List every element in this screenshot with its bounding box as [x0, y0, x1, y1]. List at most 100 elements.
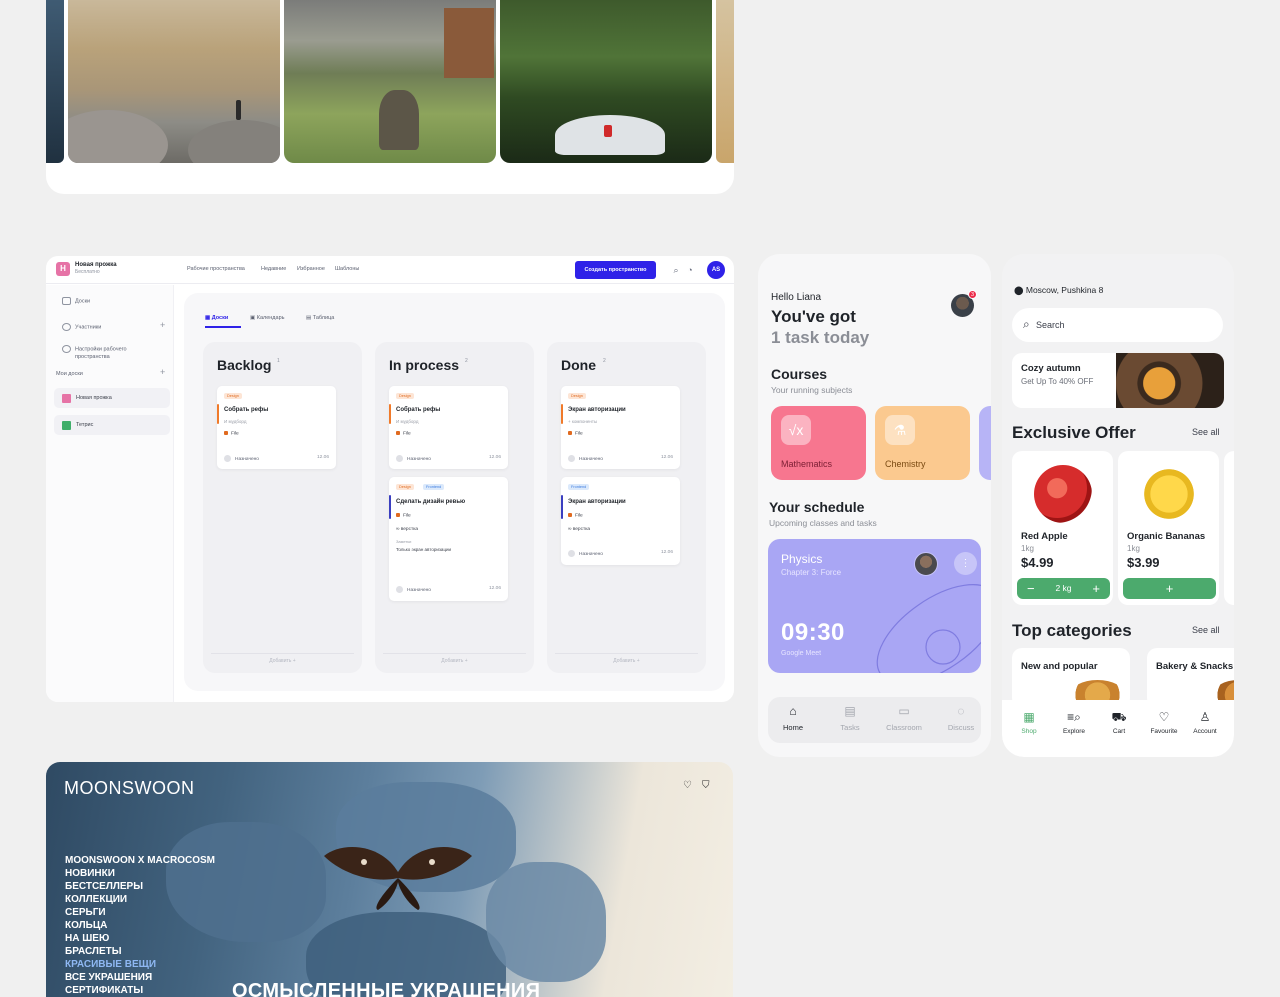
- sidebar-board-item[interactable]: Тетрис: [54, 415, 170, 435]
- product-card[interactable]: Organic Bananas 1kg $3.99 +: [1118, 451, 1219, 605]
- nav-cart[interactable]: ⛟ Cart: [1097, 710, 1141, 735]
- bell-icon[interactable]: ◔: [685, 265, 695, 275]
- add-label: Добавить: [613, 658, 636, 664]
- nav-explore[interactable]: ≡⌕ Explore: [1052, 710, 1096, 735]
- sidebar-item-settings[interactable]: Настройки рабочего: [62, 345, 127, 353]
- menu-item[interactable]: КОЛЛЕКЦИИ: [65, 893, 215, 906]
- tab-calendar[interactable]: ▣ Календарь: [250, 315, 285, 321]
- card-link[interactable]: ∞ верстка: [396, 527, 418, 532]
- card-file[interactable]: File: [568, 431, 583, 436]
- menu-item[interactable]: СЕРТИФИКАТЫ: [65, 984, 215, 997]
- nav-favorites[interactable]: Избранное: [297, 266, 325, 272]
- add-card-button[interactable]: Добавить +: [383, 653, 526, 664]
- search-icon[interactable]: ⌕: [671, 265, 681, 275]
- nav-tasks[interactable]: ▤ Tasks: [827, 704, 873, 732]
- card-file[interactable]: File: [396, 431, 411, 436]
- product-card-partial[interactable]: [1224, 451, 1234, 605]
- chat-icon: ◌: [957, 704, 965, 718]
- nav-templates[interactable]: Шаблоны: [335, 266, 359, 272]
- menu-item[interactable]: КОЛЬЦА: [65, 919, 215, 932]
- card-file[interactable]: File: [568, 513, 583, 518]
- menu-item[interactable]: ВСЕ УКРАШЕНИЯ: [65, 971, 215, 984]
- minus-icon[interactable]: −: [1027, 578, 1035, 599]
- tab-table[interactable]: ▤ Таблица: [306, 315, 334, 321]
- flask-icon: ⚗: [885, 415, 915, 445]
- workspace-logo[interactable]: H: [56, 262, 70, 276]
- sidebar-item-boards[interactable]: Доски: [62, 297, 90, 305]
- nav-shop[interactable]: ▦ Shop: [1007, 710, 1051, 735]
- nav-account[interactable]: ♙ Account: [1183, 710, 1227, 735]
- tag-badge: Design: [568, 393, 586, 399]
- task-card[interactable]: Design Собрать рефы И мудборд File Назна…: [389, 386, 508, 469]
- product-card[interactable]: Red Apple 1kg $4.99 − 2 kg +: [1012, 451, 1113, 605]
- menu-item[interactable]: БЕСТСЕЛЛЕРЫ: [65, 880, 215, 893]
- add-card-button[interactable]: Добавить +: [211, 653, 354, 664]
- menu-item-active[interactable]: КРАСИВЫЕ ВЕЩИ: [65, 958, 215, 971]
- tab-boards[interactable]: ▦ Доски: [205, 315, 228, 321]
- offer-title: Exclusive Offer: [1012, 423, 1136, 442]
- sidebar-item-members[interactable]: Участники: [62, 323, 101, 331]
- sidebar-board-item[interactable]: Новая прожка: [54, 388, 170, 408]
- nav-classroom[interactable]: ▭ Classroom: [881, 704, 927, 732]
- explore-icon: ≡⌕: [1067, 710, 1081, 724]
- task-card[interactable]: Design Frontend Сделать дизайн ревью Fil…: [389, 477, 508, 601]
- workspace-name[interactable]: Новая прожка: [75, 262, 117, 268]
- my-boards-label: Мои доски: [56, 371, 83, 377]
- tab-label: Доски: [211, 315, 229, 321]
- gallery-photo-beach[interactable]: [68, 0, 280, 163]
- brand-logo[interactable]: MOONSWOON: [64, 778, 195, 799]
- category-card[interactable]: Bakery & Snacks: [1147, 648, 1234, 708]
- menu-item[interactable]: БРАСЛЕТЫ: [65, 945, 215, 958]
- more-options-icon[interactable]: ⋮: [954, 552, 977, 575]
- bag-icon[interactable]: ⛉: [702, 780, 710, 791]
- gallery-photo[interactable]: [716, 0, 734, 163]
- course-card-mathematics[interactable]: √x Mathematics: [771, 406, 866, 480]
- promo-subtitle: Get Up To 40% OFF: [1021, 377, 1094, 386]
- location[interactable]: ⬤ Moscow, Pushkina 8: [1014, 285, 1103, 296]
- nav-recent[interactable]: Недавние: [261, 266, 286, 272]
- menu-item[interactable]: MOONSWOON X MACROCOSM: [65, 854, 215, 867]
- task-card[interactable]: Design Экран авторизации + компоненты Fi…: [561, 386, 680, 469]
- user-avatar[interactable]: AS: [707, 261, 725, 279]
- gallery-photo-cave[interactable]: [500, 0, 712, 163]
- see-all-offers-link[interactable]: See all: [1192, 427, 1220, 437]
- create-space-button[interactable]: Создать пространство: [575, 261, 656, 279]
- menu-item[interactable]: НОВИНКИ: [65, 867, 215, 880]
- card-file[interactable]: File: [396, 513, 411, 518]
- add-to-cart-button[interactable]: +: [1123, 578, 1216, 599]
- task-card[interactable]: Frontend Экран авторизации File ∞ верстк…: [561, 477, 680, 565]
- nav-discuss[interactable]: ◌ Discuss: [938, 704, 984, 732]
- nav-home[interactable]: ⌂ Home: [770, 704, 816, 732]
- see-all-categories-link[interactable]: See all: [1192, 625, 1220, 635]
- sidebar-item-settings-line2: пространства: [75, 354, 110, 360]
- column-title: Backlog: [217, 357, 272, 373]
- schedule-card[interactable]: Physics Chapter 3: Force ⋮ 09:30 Google …: [768, 539, 981, 673]
- due-date: 12.06: [316, 455, 329, 460]
- category-card[interactable]: New and popular: [1012, 648, 1130, 708]
- add-board-button[interactable]: +: [160, 367, 165, 377]
- photo-gallery-card: [46, 0, 734, 194]
- card-link[interactable]: ∞ верстка: [568, 527, 590, 532]
- course-name: Chemistry: [885, 459, 926, 469]
- nav-label: Discuss: [947, 723, 975, 732]
- card-file[interactable]: File: [224, 431, 239, 436]
- gallery-photo[interactable]: [46, 0, 64, 163]
- product-price: $4.99: [1021, 555, 1054, 570]
- quantity-stepper[interactable]: − 2 kg +: [1017, 578, 1110, 599]
- plus-icon[interactable]: +: [1092, 578, 1100, 599]
- nav-workspaces[interactable]: Рабочие пространства: [187, 266, 245, 272]
- add-member-button[interactable]: +: [160, 320, 165, 330]
- course-card-chemistry[interactable]: ⚗ Chemistry: [875, 406, 970, 480]
- search-input[interactable]: ⌕ Search: [1012, 308, 1223, 342]
- figma-icon: [396, 513, 400, 517]
- menu-item[interactable]: НА ШЕЮ: [65, 932, 215, 945]
- add-card-button[interactable]: Добавить +: [555, 653, 698, 664]
- nav-favourite[interactable]: ♡ Favourite: [1142, 710, 1186, 735]
- heart-icon[interactable]: ♡: [683, 780, 692, 791]
- gallery-photo-lake[interactable]: [284, 0, 496, 163]
- course-card-partial[interactable]: [979, 406, 991, 480]
- promo-banner[interactable]: Cozy autumn Get Up To 40% OFF: [1012, 353, 1224, 408]
- menu-item[interactable]: СЕРЬГИ: [65, 906, 215, 919]
- task-card[interactable]: Design Собрать рефы И мудборд File Назна…: [217, 386, 336, 469]
- orbit-decoration: [876, 584, 981, 673]
